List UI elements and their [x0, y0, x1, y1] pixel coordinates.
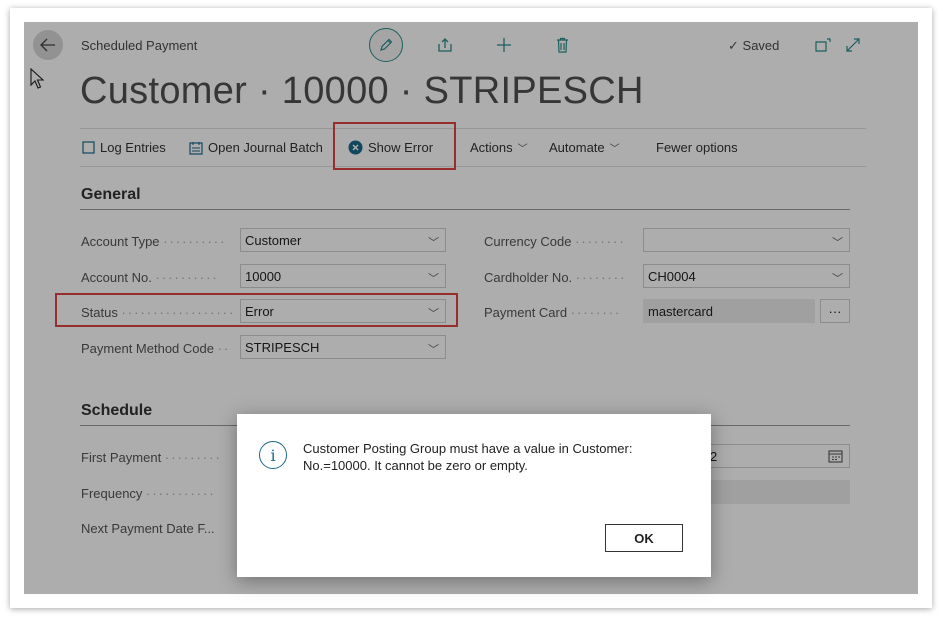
ok-button[interactable]: OK	[605, 524, 683, 552]
info-icon: i	[259, 441, 287, 469]
dialog-message: Customer Posting Group must have a value…	[303, 441, 633, 473]
error-dialog: i Customer Posting Group must have a val…	[237, 414, 711, 577]
